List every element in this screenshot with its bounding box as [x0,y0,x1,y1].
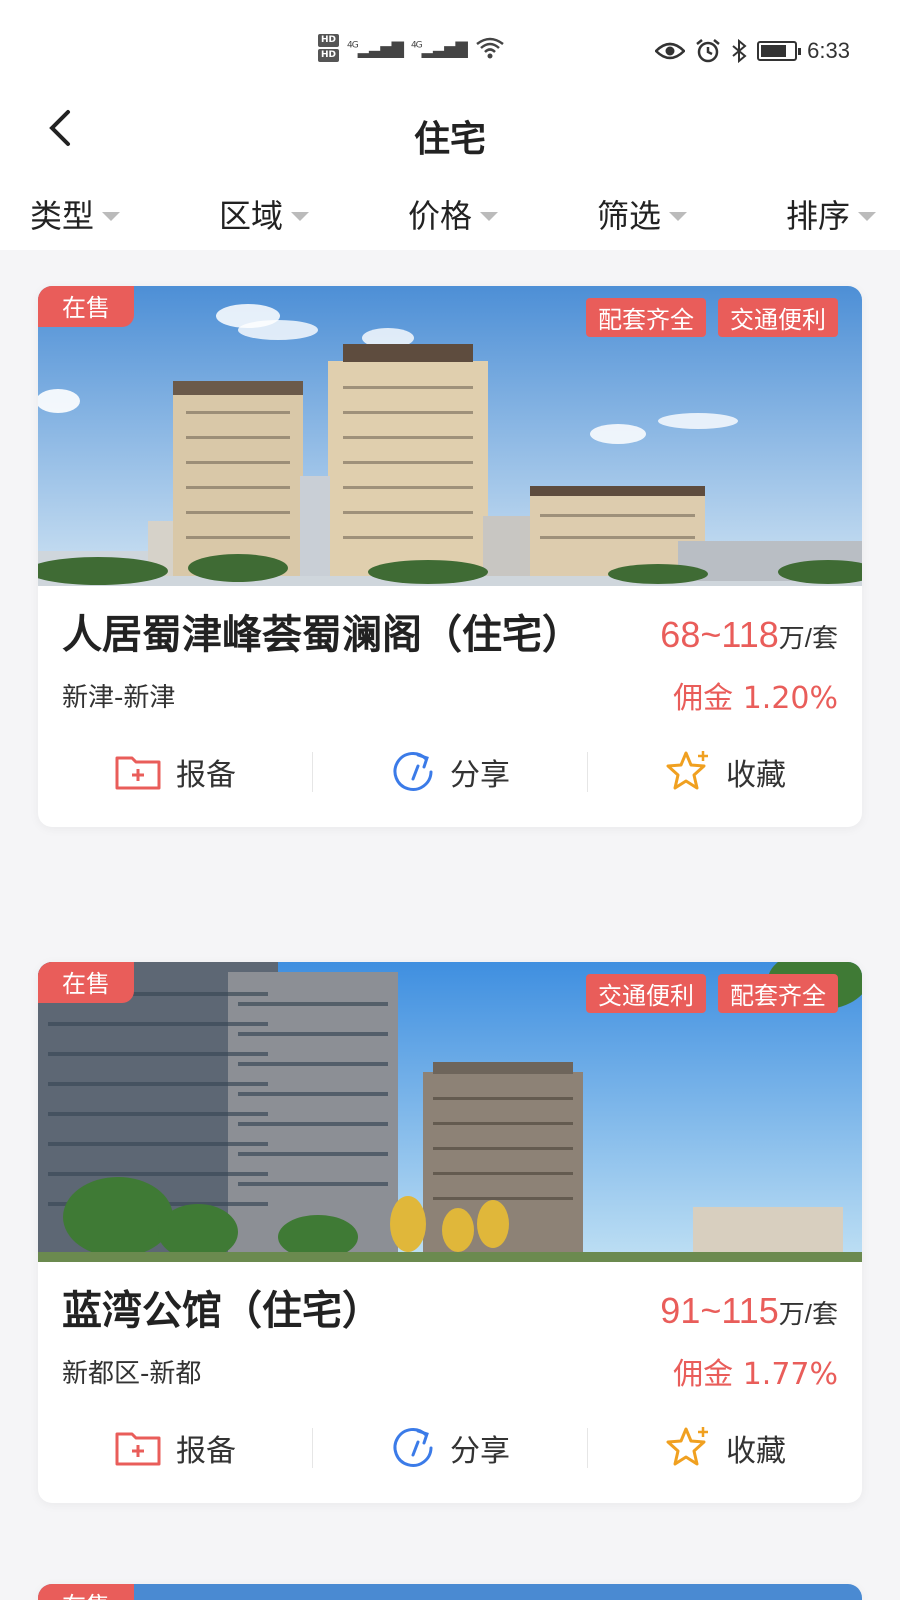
signal-icon-2: 4G▂▃▅▇ [410,38,468,58]
signal-icon-1: 4G▂▃▅▇ [347,38,404,58]
property-name: 蓝湾公馆（住宅） [62,1288,382,1334]
filter-type[interactable]: 类型 [30,178,121,250]
share-button[interactable]: 分享 [313,749,587,795]
card-actions: 报备 分享 收藏 [38,717,862,827]
hd-badge-2: HD [318,49,340,62]
nav-header: 住宅 [0,100,900,178]
feature-tag: 配套齐全 [586,298,706,337]
property-name: 人居蜀津峰荟蜀澜阁（住宅） [62,612,582,658]
listing-card[interactable]: 在售 [38,1584,862,1600]
network-indicators: HD HD 4G▂▃▅▇ 4G▂▃▅▇ [318,34,505,62]
report-label: 报备 [176,758,236,793]
on-sale-badge: 在售 [38,962,134,1003]
favorite-button[interactable]: 收藏 [588,1425,862,1471]
filter-sort[interactable]: 排序 [786,178,876,250]
favorite-button[interactable]: 收藏 [588,749,862,795]
caret-down-icon [102,211,121,221]
system-indicators: 6:33 [655,38,850,64]
property-photo[interactable]: 在售 [38,1584,862,1600]
star-icon [666,1427,708,1466]
report-label: 报备 [176,1434,236,1469]
report-button[interactable]: 报备 [38,1426,312,1470]
hd-badge-1: HD [318,34,340,47]
feature-tag: 配套齐全 [718,974,838,1013]
caret-down-icon [857,211,876,221]
clock: 6:33 [807,38,850,63]
filter-region[interactable]: 区域 [219,178,309,250]
feature-tag: 交通便利 [586,974,706,1013]
price-range: 68~118万/套 [660,608,838,665]
filter-label: 排序 [785,197,850,235]
filter-screen[interactable]: 筛选 [597,178,687,250]
caret-down-icon [291,211,309,221]
on-sale-badge: 在售 [38,1584,134,1600]
wifi-icon [476,37,504,59]
property-photo[interactable]: 在售 交通便利 配套齐全 [38,962,862,1262]
filter-bar: 类型 区域 价格 筛选 排序 [0,178,900,250]
property-photo[interactable]: 在售 配套齐全 交通便利 [38,286,862,586]
filter-price[interactable]: 价格 [408,178,498,250]
share-icon [393,1427,433,1467]
share-icon [393,751,433,791]
filter-label: 筛选 [596,197,661,235]
favorite-label: 收藏 [726,1434,786,1469]
price-unit: 万/套 [778,1299,838,1329]
filter-label: 价格 [407,197,472,235]
alarm-icon [696,39,720,63]
commission: 佣金 1.77% [673,1357,838,1392]
on-sale-badge: 在售 [38,286,134,327]
price-value: 68~118 [660,614,779,655]
eye-icon [655,42,686,60]
star-icon [666,751,708,790]
price-value: 91~115 [660,1290,779,1331]
status-bar: HD HD 4G▂▃▅▇ 4G▂▃▅▇ 6:33 [0,0,900,100]
filter-label: 区域 [218,197,283,235]
share-button[interactable]: 分享 [313,1425,587,1471]
feature-tags: 交通便利 配套齐全 [586,974,838,1013]
property-area: 新津-新津 [62,682,176,713]
listing-card[interactable]: 在售 交通便利 配套齐全 蓝湾公馆（住宅） 91~115万/套 新都区-新都 佣… [38,962,862,1503]
caret-down-icon [668,211,687,221]
share-label: 分享 [450,758,510,793]
share-label: 分享 [450,1434,510,1469]
bluetooth-icon [732,39,747,63]
feature-tag: 交通便利 [718,298,838,337]
folder-plus-icon [115,756,161,790]
commission: 佣金 1.20% [673,681,838,716]
folder-plus-icon [115,1432,161,1466]
price-range: 91~115万/套 [660,1284,838,1341]
filter-label: 类型 [30,197,95,235]
caret-down-icon [479,211,498,221]
property-area: 新都区-新都 [62,1358,202,1389]
feature-tags: 配套齐全 交通便利 [586,298,838,337]
listing-card[interactable]: 在售 配套齐全 交通便利 人居蜀津峰荟蜀澜阁（住宅） 68~118万/套 新津-… [38,286,862,827]
favorite-label: 收藏 [726,758,786,793]
price-unit: 万/套 [778,623,838,653]
card-actions: 报备 分享 收藏 [38,1393,862,1503]
report-button[interactable]: 报备 [38,750,312,794]
battery-icon [757,41,802,61]
page-title: 住宅 [413,119,486,160]
